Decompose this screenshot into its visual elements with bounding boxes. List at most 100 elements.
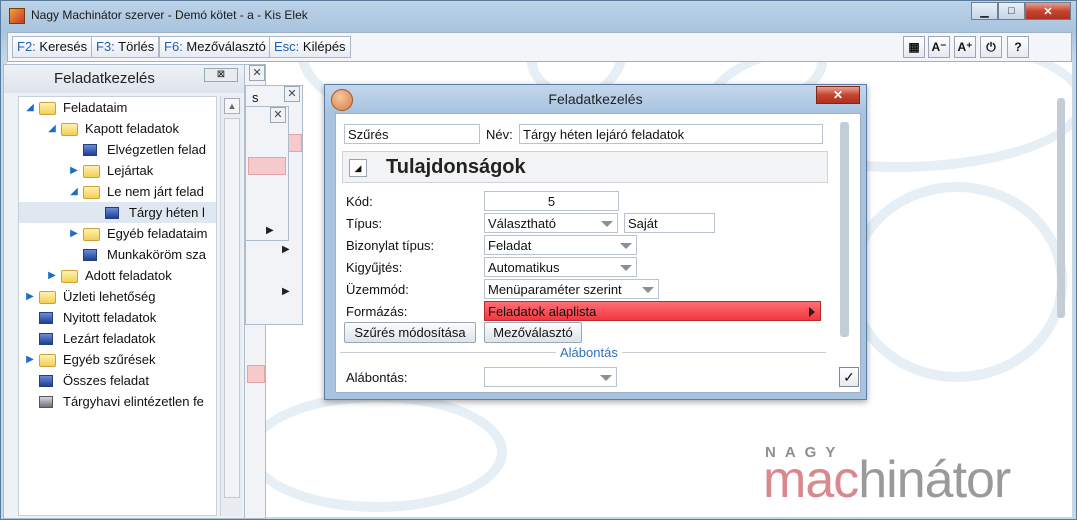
workspace-scrollbar[interactable] [1054, 68, 1068, 328]
type-extra-field[interactable]: Saját [624, 213, 715, 233]
panel-title: Feladatkezelés [54, 70, 155, 87]
name-label: Név: [486, 127, 513, 142]
layout-grid-icon[interactable]: ▦ [903, 36, 925, 58]
folder-icon [61, 123, 78, 136]
expand-icon[interactable]: ▶ [25, 349, 35, 370]
collapse-icon[interactable]: ◢ [349, 159, 367, 177]
expand-icon[interactable]: ▶ [25, 286, 35, 307]
tree-item-label: Lejártak [107, 163, 154, 178]
chevron-right-icon[interactable]: ▶ [266, 225, 274, 236]
folder-icon [39, 102, 56, 115]
folder-icon [83, 228, 100, 241]
type-select[interactable]: Választható [484, 213, 618, 233]
expand-icon[interactable]: ▶ [47, 265, 57, 286]
tree-item[interactable]: Tárgyhavi elintézetlen fe [19, 391, 216, 412]
tree-item[interactable]: Lezárt feladatok [19, 328, 216, 349]
delete-button[interactable]: F3: Törlés [91, 36, 160, 58]
stacked-panel-tab: s [252, 90, 259, 105]
close-button[interactable]: ✕ [1025, 2, 1071, 20]
collection-select[interactable]: Automatikus [484, 257, 637, 277]
minimize-button[interactable]: ▁ [971, 2, 998, 20]
mode-select[interactable]: Menüparaméter szerint [484, 279, 659, 299]
code-field[interactable]: 5 [484, 191, 619, 211]
tree-item[interactable]: Munkaköröm sza [19, 244, 216, 265]
tree-item[interactable]: ▶ Üzleti lehetőség [19, 286, 216, 307]
collapse-icon[interactable]: ◢ [25, 97, 35, 118]
tree-item-label: Le nem járt felad [107, 184, 204, 199]
font-increase-icon[interactable]: A⁺ [954, 36, 976, 58]
logout-icon[interactable]: ⏻ [980, 36, 1002, 58]
tree-item-label: Tárgy héten l [129, 205, 205, 220]
search-label: Keresés [35, 39, 88, 54]
tree-item[interactable]: Tárgy héten l [19, 202, 216, 223]
tree-item[interactable]: ▶ Egyéb szűrések [19, 349, 216, 370]
tree-item[interactable]: ◢ Le nem járt felad [19, 181, 216, 202]
dialog-scrollbar[interactable] [832, 114, 860, 392]
field-selector-button[interactable]: F6: Mezőválasztó [159, 36, 271, 58]
window-controls: ▁ □ ✕ [971, 2, 1071, 20]
field-selector-dialog-button[interactable]: Mezőválasztó [484, 322, 582, 343]
dialog-scroll-thumb[interactable] [840, 122, 849, 337]
workspace-scroll-thumb[interactable] [1057, 98, 1065, 318]
exit-key: Esc: [274, 39, 300, 54]
tree-item-label: Munkaköröm sza [107, 247, 206, 262]
background-swirl [247, 392, 507, 512]
breakdown-group-label: Alábontás [556, 345, 622, 360]
dialog-body: Szűrés Név: Tárgy héten lejáró feladatok… [335, 113, 861, 393]
chevron-down-icon [601, 221, 613, 227]
folder-icon [39, 354, 56, 367]
collapse-icon[interactable]: ◢ [69, 181, 79, 202]
formatting-value: Feladatok alaplista [488, 304, 597, 319]
brand-accent: mac [763, 451, 859, 509]
tree-item[interactable]: ◢ Kapott feladatok [19, 118, 216, 139]
tree-item[interactable]: ◢ Feladataim [19, 97, 216, 118]
dialog-title: Feladatkezelés [548, 91, 643, 107]
expand-icon[interactable]: ▶ [69, 223, 79, 244]
tree-item[interactable]: ▶ Lejártak [19, 160, 216, 181]
modify-filter-button[interactable]: Szűrés módosítása [344, 322, 476, 343]
tree-scroll-thumb[interactable] [224, 118, 240, 498]
exit-label: Kilépés [299, 39, 346, 54]
chevron-down-icon [642, 287, 654, 293]
chevron-right-icon[interactable]: ▶ [282, 244, 290, 255]
task-manager-dialog: Feladatkezelés ✕ Szűrés Név: Tárgy héten… [324, 84, 867, 400]
dialog-close-button[interactable]: ✕ [816, 86, 860, 104]
scroll-up-icon[interactable]: ▲ [224, 98, 240, 114]
stacked-panel-3: ✕ ▶ [245, 106, 289, 241]
filter-list-icon [83, 144, 97, 156]
chevron-right-icon [809, 307, 815, 317]
tree-item[interactable]: ▶ Adott feladatok [19, 265, 216, 286]
confirm-button[interactable]: ✓ [839, 367, 859, 387]
tree-scrollbar[interactable]: ▲ [220, 96, 242, 516]
font-decrease-icon[interactable]: A⁻ [928, 36, 950, 58]
exit-button[interactable]: Esc: Kilépés [269, 36, 351, 58]
help-icon[interactable]: ? [1007, 36, 1029, 58]
filter-field[interactable]: Szűrés [344, 124, 480, 144]
tree-item[interactable]: Összes feladat [19, 370, 216, 391]
tree-item-label: Lezárt feladatok [63, 331, 156, 346]
collapse-icon[interactable]: ◢ [47, 118, 57, 139]
close-icon[interactable]: ✕ [284, 86, 300, 102]
formatting-select[interactable]: Feladatok alaplista [484, 301, 821, 321]
app-icon [9, 8, 25, 24]
stacked-panel-highlight [248, 157, 286, 175]
filter-list-icon [83, 249, 97, 261]
tree-item[interactable]: Nyitott feladatok [19, 307, 216, 328]
pin-icon[interactable]: ⊠ [204, 68, 238, 82]
close-icon[interactable]: ✕ [270, 107, 286, 123]
maximize-button[interactable]: □ [998, 2, 1025, 20]
tree-item-label: Nyitott feladatok [63, 310, 157, 325]
stacked-panel-highlight [247, 365, 265, 383]
tree-item[interactable]: ▶ Egyéb feladataim [19, 223, 216, 244]
formatting-label: Formázás: [346, 304, 408, 319]
expand-icon[interactable]: ▶ [69, 160, 79, 181]
tree-item[interactable]: Elvégzetlen felad [19, 139, 216, 160]
tree-item-label: Elvégzetlen felad [107, 142, 207, 157]
document-type-select[interactable]: Feladat [484, 235, 637, 255]
breakdown-select[interactable] [484, 367, 617, 387]
mode-value: Menüparaméter szerint [488, 282, 622, 297]
name-field[interactable]: Tárgy héten lejáró feladatok [519, 124, 823, 144]
chevron-right-icon[interactable]: ▶ [282, 286, 290, 297]
search-button[interactable]: F2: Keresés [12, 36, 93, 58]
close-icon[interactable]: ✕ [249, 65, 265, 81]
